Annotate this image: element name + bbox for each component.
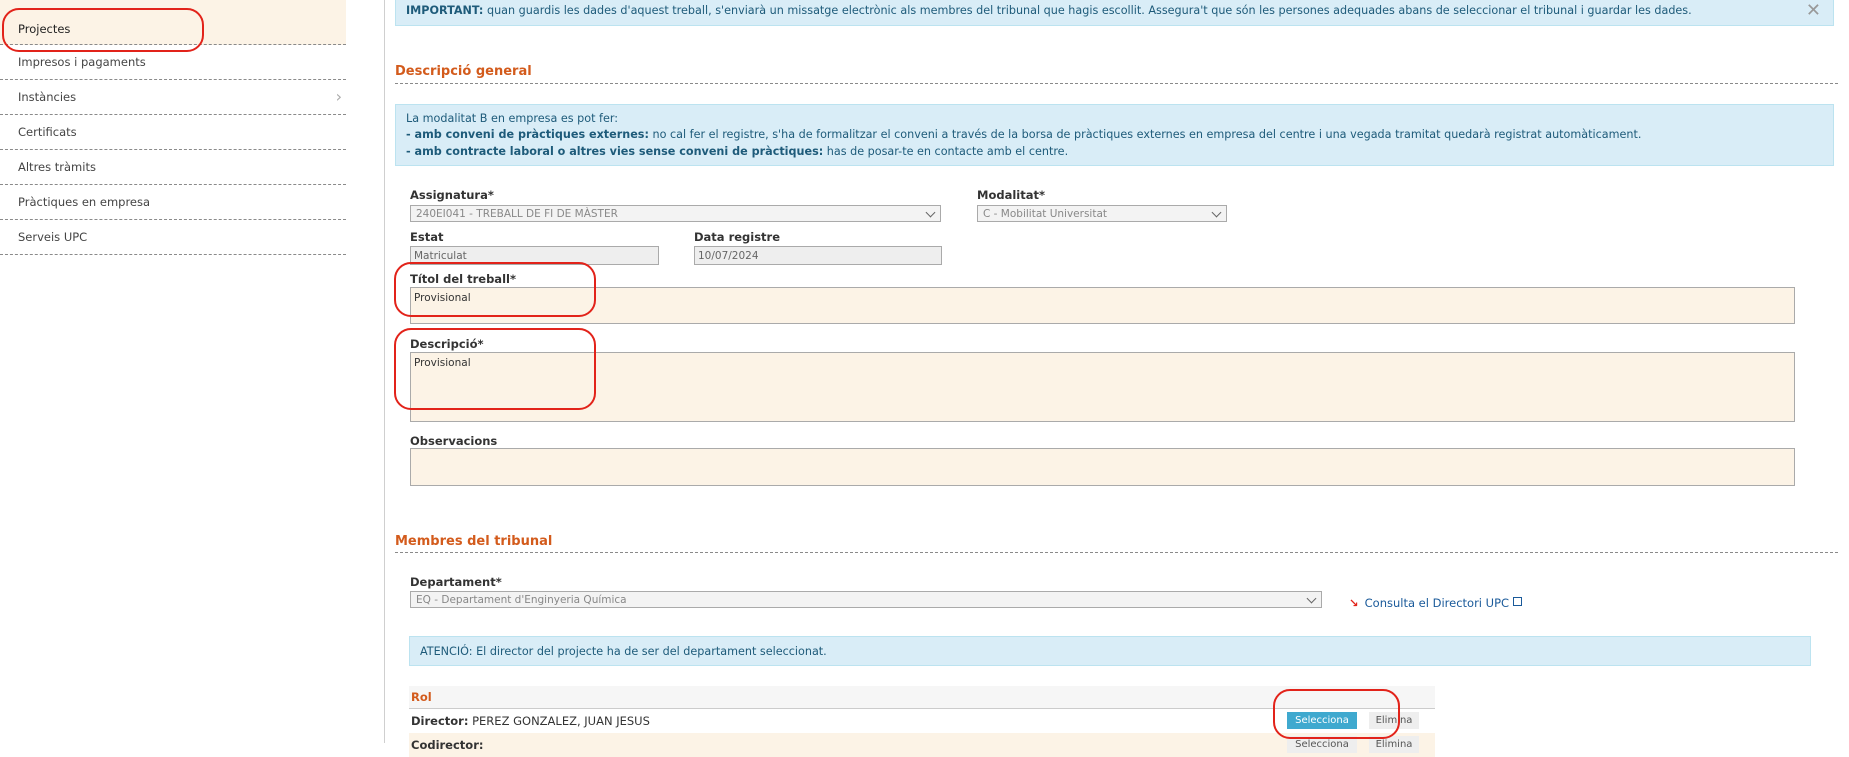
section-divider <box>395 83 1838 84</box>
sidebar-item-label: Serveis UPC <box>18 230 88 244</box>
info-line-3: - amb contracte laboral o altres vies se… <box>406 145 1069 158</box>
table-row: Director: PEREZ GONZALEZ, JUAN JESUS Sel… <box>409 709 1435 733</box>
estat-label: Estat <box>410 230 444 244</box>
member-name: PEREZ GONZALEZ, JUAN JESUS <box>468 714 650 728</box>
alert-text: quan guardis les dades d'aquest treball,… <box>483 4 1692 17</box>
descripcio-field[interactable]: Provisional <box>410 352 1795 422</box>
sidebar: Projectes Impresos i pagaments Instàncie… <box>0 0 346 255</box>
tribunal-table: Rol Director: PEREZ GONZALEZ, JUAN JESUS… <box>409 686 1435 757</box>
select-codirector-button[interactable]: Selecciona <box>1287 736 1357 753</box>
sidebar-item-label: Pràctiques en empresa <box>18 195 151 209</box>
atencio-alert: ATENCIÓ: El director del projecte ha de … <box>409 636 1811 666</box>
titol-field[interactable]: Provisional <box>410 287 1795 324</box>
departament-label: Departament* <box>410 575 502 589</box>
modalitat-info-alert: La modalitat B en empresa es pot fer: - … <box>395 104 1834 166</box>
data-registre-label: Data registre <box>694 230 781 244</box>
delete-codirector-button[interactable]: Elimina <box>1369 736 1419 753</box>
sidebar-item-practiques[interactable]: Pràctiques en empresa <box>0 185 346 220</box>
section-title-tribunal: Membres del tribunal <box>395 534 553 549</box>
select-director-button[interactable]: Selecciona <box>1287 712 1357 729</box>
chevron-right-icon: › <box>335 87 342 106</box>
modalitat-select[interactable]: C - Mobilitat Universitat <box>977 205 1227 222</box>
departament-select[interactable]: EQ - Departament d'Enginyeria Química <box>410 591 1322 608</box>
external-link-icon <box>1513 597 1523 606</box>
role-label: Codirector: <box>411 738 484 752</box>
alert-strong: IMPORTANT: <box>406 4 484 17</box>
info-line-2: - amb conveni de pràctiques externes: no… <box>406 128 1642 141</box>
estat-field: Matriculat <box>410 246 659 265</box>
data-registre-field: 10/07/2024 <box>694 246 942 265</box>
sidebar-item-label: Certificats <box>18 125 77 139</box>
sidebar-item-label: Impresos i pagaments <box>18 55 146 69</box>
observacions-label: Observacions <box>410 434 498 448</box>
close-icon[interactable]: ✕ <box>1806 0 1821 21</box>
chevron-down-icon <box>1211 207 1222 218</box>
delete-director-button[interactable]: Elimina <box>1369 712 1419 729</box>
main-content: IMPORTANT: quan guardis les dades d'aque… <box>384 0 1838 757</box>
section-divider <box>395 552 1838 553</box>
chevron-down-icon <box>1306 593 1317 604</box>
table-row: Codirector: Selecciona Elimina <box>409 733 1435 757</box>
rol-header: Rol <box>409 686 1435 709</box>
sidebar-item-certificats[interactable]: Certificats <box>0 115 346 150</box>
section-title-general: Descripció general <box>395 64 532 79</box>
arrow-down-right-icon: ↘ <box>1349 596 1359 610</box>
sidebar-item-label: Instàncies <box>18 90 77 104</box>
sidebar-item-label: Projectes <box>18 22 71 36</box>
descripcio-label: Descripció* <box>410 337 484 351</box>
sidebar-item-projectes[interactable]: Projectes <box>0 0 346 45</box>
sidebar-item-label: Altres tràmits <box>18 160 96 174</box>
chevron-down-icon <box>925 207 936 218</box>
sidebar-item-instancies[interactable]: Instàncies › <box>0 80 346 115</box>
atencio-text: ATENCIÓ: El director del projecte ha de … <box>420 645 827 658</box>
modalitat-label: Modalitat* <box>977 188 1045 202</box>
assignatura-label: Assignatura* <box>410 188 494 202</box>
role-label: Director: <box>411 714 469 728</box>
directori-upc-link[interactable]: ↘ Consulta el Directori UPC <box>1349 596 1523 610</box>
sidebar-item-serveis-upc[interactable]: Serveis UPC <box>0 220 346 255</box>
important-alert: IMPORTANT: quan guardis les dades d'aque… <box>395 0 1834 26</box>
observacions-field[interactable] <box>410 448 1795 486</box>
sidebar-item-impresos[interactable]: Impresos i pagaments <box>0 45 346 80</box>
titol-label: Títol del treball* <box>410 272 516 286</box>
sidebar-item-altres-tramits[interactable]: Altres tràmits <box>0 150 346 185</box>
info-line-1: La modalitat B en empresa es pot fer: <box>406 112 619 125</box>
assignatura-select[interactable]: 240EI041 - TREBALL DE FI DE MÀSTER <box>410 205 941 222</box>
